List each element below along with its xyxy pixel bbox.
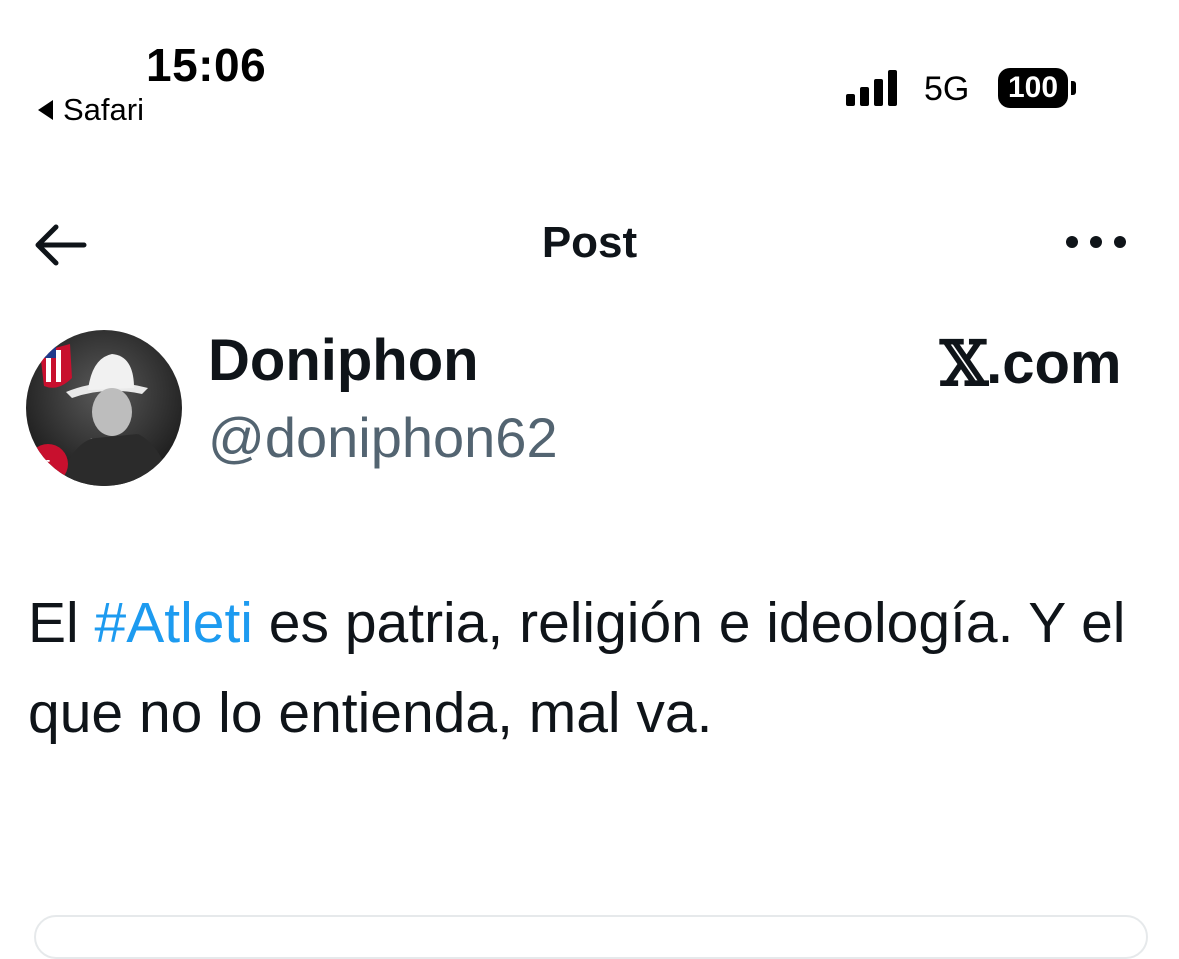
page-title: Post (541, 218, 638, 267)
network-type: 5G (924, 70, 970, 108)
svg-text:T: T (40, 458, 50, 475)
cellular-signal-icon (846, 70, 897, 106)
battery-nub (1071, 81, 1076, 95)
avatar[interactable]: T (26, 330, 182, 486)
x-logo-icon: 𝕏 (940, 327, 988, 400)
embedded-card[interactable] (34, 915, 1148, 959)
brand-domain: .com (986, 331, 1122, 396)
author-name[interactable]: Doniphon (208, 327, 479, 394)
back-triangle-icon (38, 100, 53, 120)
hashtag-link[interactable]: #Atleti (95, 591, 253, 655)
post-text-part1: El (28, 591, 95, 655)
back-app-label: Safari (63, 92, 144, 127)
status-time: 15:06 (146, 39, 267, 91)
back-to-app-button[interactable]: Safari (38, 92, 144, 128)
status-bar: 15:06 Safari 5G 100 (0, 0, 1179, 140)
battery-icon: 100 (998, 68, 1076, 108)
avatar-image: T (26, 330, 182, 486)
nav-bar: Post (0, 200, 1179, 290)
post-author: T Doniphon @doniphon62 𝕏 .com (0, 325, 1179, 495)
battery-level: 100 (998, 68, 1068, 108)
author-handle[interactable]: @doniphon62 (208, 405, 558, 470)
more-horizontal-icon[interactable] (1064, 230, 1128, 254)
x-com-logo: 𝕏 .com (940, 327, 1121, 400)
post-text: El #Atleti es patria, religión e ideolog… (28, 578, 1158, 758)
